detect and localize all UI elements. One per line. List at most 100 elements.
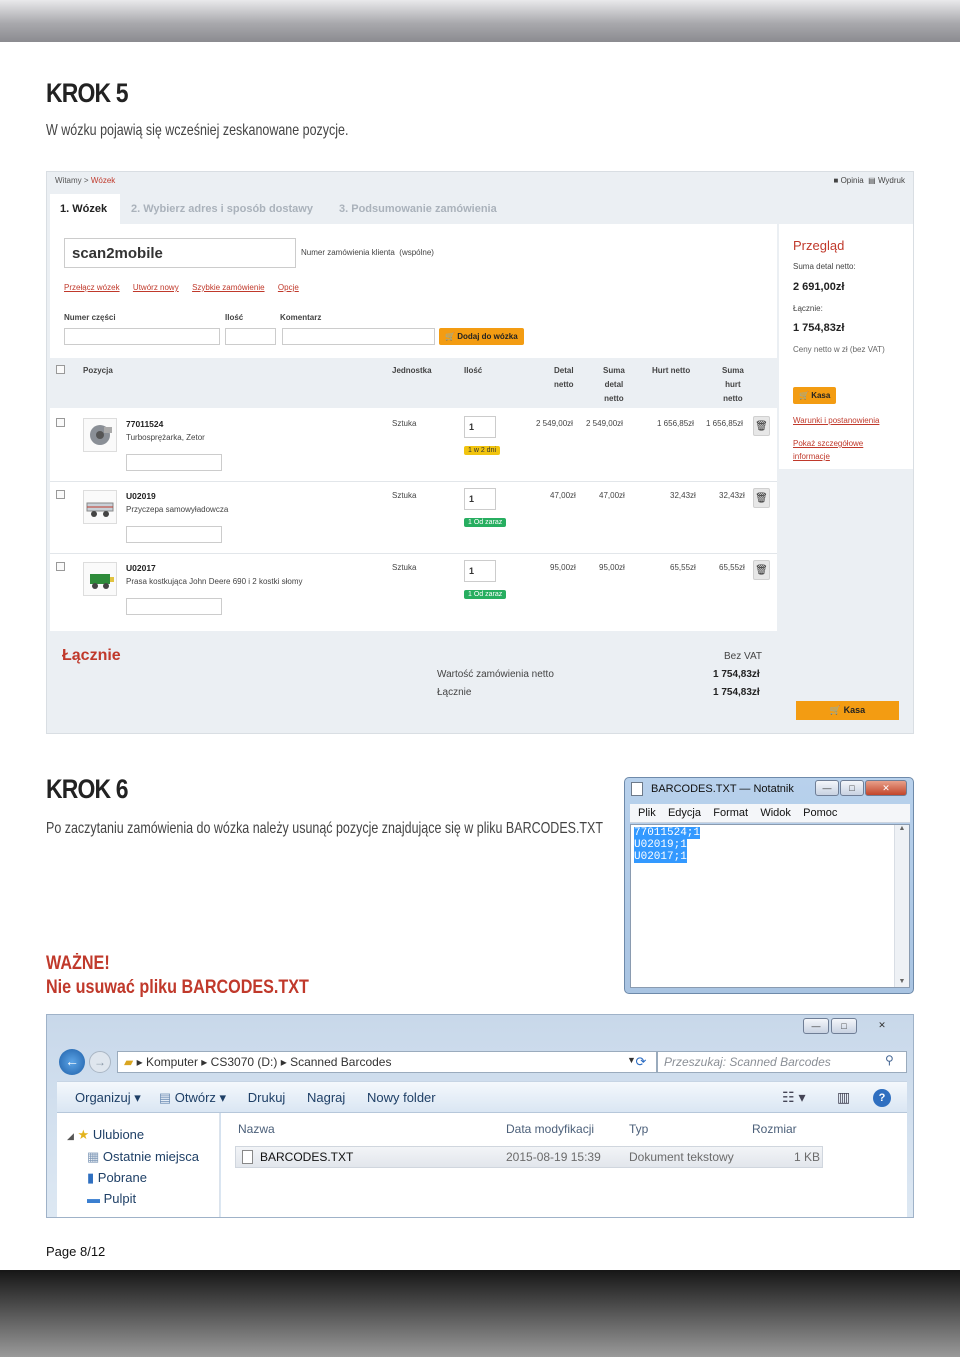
qty-field[interactable]: 1 — [464, 416, 496, 438]
delete-icon[interactable]: 🗑 — [753, 416, 770, 436]
menu-help[interactable]: Pomoc — [803, 807, 837, 819]
downloads-icon: ▮ — [87, 1170, 95, 1185]
breadcrumb-folder[interactable]: Scanned Barcodes — [290, 1055, 391, 1069]
cart-icon: 🛒 — [445, 332, 455, 341]
qty-input[interactable] — [225, 328, 276, 345]
row-checkbox[interactable] — [56, 490, 65, 499]
col-qty: Ilość — [464, 366, 483, 375]
col-suma-detal: Suma detal netto — [603, 366, 625, 403]
row-comment-input[interactable] — [126, 526, 222, 543]
col-name[interactable]: Nazwa — [238, 1122, 275, 1136]
breadcrumb-home[interactable]: Witamy — [55, 176, 82, 185]
file-list: Nazwa Data modyfikacji Typ Rozmiar BARCO… — [221, 1113, 907, 1217]
new-folder-button[interactable]: Nowy folder — [367, 1090, 436, 1105]
notepad-text-area[interactable]: 77011524;1 U02019;1 U02017;1 ▲ ▼ — [630, 824, 910, 988]
totals-title: Łącznie — [62, 647, 121, 664]
price-detal: 47,00zł — [550, 491, 576, 500]
file-size: 1 KB — [794, 1150, 821, 1164]
order-value-label: Wartość zamówienia netto — [437, 669, 554, 680]
maximize-button[interactable]: □ — [840, 780, 864, 796]
favorites-item[interactable]: ◢ ★ Ulubione — [67, 1127, 144, 1143]
col-size[interactable]: Rozmiar — [752, 1122, 797, 1136]
opinion-link[interactable]: Opinia — [841, 176, 864, 185]
product-unit: Sztuka — [392, 563, 417, 572]
cart-name-input[interactable]: scan2mobile — [64, 238, 296, 268]
menu-edit[interactable]: Edycja — [668, 807, 701, 819]
file-type: Dokument tekstowy — [629, 1150, 734, 1164]
comment-input[interactable] — [282, 328, 435, 345]
overview-total-label: Łącznie: — [793, 304, 823, 313]
add-to-cart-button[interactable]: 🛒 Dodaj do wózka — [439, 328, 524, 345]
part-number-input[interactable] — [64, 328, 220, 345]
product-name: Przyczepa samowyładowcza — [126, 505, 229, 514]
switch-cart-link[interactable]: Przełącz wózek — [64, 283, 120, 292]
forward-arrow-icon[interactable]: → — [89, 1051, 111, 1073]
open-button[interactable]: Otwórz — [175, 1090, 216, 1105]
minimize-button[interactable]: — — [803, 1018, 829, 1034]
maximize-button[interactable]: □ — [831, 1018, 857, 1034]
navigation-pane: ◢ ★ Ulubione ▦ Ostatnie miejsca ▮ Pobran… — [57, 1113, 220, 1217]
close-button[interactable]: ✕ — [859, 1018, 905, 1034]
breadcrumb-drive[interactable]: CS3070 (D:) — [211, 1055, 278, 1069]
price-hurt: 32,43zł — [670, 491, 696, 500]
file-row[interactable]: BARCODES.TXT 2015-08-19 15:39 Dokument t… — [235, 1146, 823, 1168]
help-icon[interactable]: ? — [873, 1089, 891, 1107]
product-image — [83, 562, 117, 596]
terms-link[interactable]: Warunki i postanowienia — [793, 416, 879, 425]
overview-sum-label: Suma detal netto: — [793, 262, 856, 271]
product-image — [83, 490, 117, 524]
availability-badge: 1 Od zaraz — [464, 590, 507, 599]
col-type[interactable]: Typ — [629, 1122, 648, 1136]
menu-format[interactable]: Format — [713, 807, 748, 819]
overview-checkout-button[interactable]: 🛒 Kasa — [793, 387, 837, 404]
scroll-down-icon[interactable]: ▼ — [895, 978, 909, 985]
row-comment-input[interactable] — [126, 598, 222, 615]
details-link[interactable]: Pokaż szczegółowe informacje — [793, 437, 863, 463]
close-button[interactable]: ✕ — [865, 780, 907, 796]
breadcrumb-computer[interactable]: Komputer — [146, 1055, 198, 1069]
sidebar-item-recent[interactable]: ▦ Ostatnie miejsca — [87, 1149, 199, 1165]
overview-total-value: 1 754,83zł — [793, 322, 845, 334]
cart-icon: 🛒 — [829, 705, 842, 715]
breadcrumb-current[interactable]: Wózek — [91, 176, 115, 185]
minimize-button[interactable]: — — [815, 780, 839, 796]
search-icon[interactable]: ⚲ — [885, 1053, 894, 1067]
table-row: U02017 Prasa kostkująca John Deere 690 i… — [50, 554, 777, 624]
options-link[interactable]: Opcje — [278, 283, 299, 292]
print-button[interactable]: Drukuj — [248, 1090, 286, 1105]
col-suma-hurt: Suma hurt netto — [722, 366, 744, 403]
organize-button[interactable]: Organizuj — [75, 1090, 131, 1105]
warning-title: WAŻNE! — [46, 953, 110, 974]
scrollbar[interactable]: ▲ ▼ — [894, 825, 909, 987]
row-checkbox[interactable] — [56, 418, 65, 427]
row-comment-input[interactable] — [126, 454, 222, 471]
product-code: U02019 — [126, 491, 156, 501]
delete-icon[interactable]: 🗑 — [753, 488, 770, 508]
tab-cart[interactable]: 1. Wózek — [50, 194, 120, 225]
back-arrow-icon[interactable]: ← — [59, 1049, 85, 1075]
col-modified[interactable]: Data modyfikacji — [506, 1122, 594, 1136]
menu-file[interactable]: Plik — [638, 807, 656, 819]
refresh-icon[interactable]: ⟳ — [629, 1051, 653, 1073]
quick-order-link[interactable]: Szybkie zamówienie — [192, 283, 264, 292]
tab-address[interactable]: 2. Wybierz adres i sposób dostawy — [131, 203, 313, 215]
sidebar-item-downloads[interactable]: ▮ Pobrane — [87, 1170, 147, 1186]
tab-summary[interactable]: 3. Podsumowanie zamówienia — [339, 203, 497, 215]
qty-field[interactable]: 1 — [464, 560, 496, 582]
scroll-up-icon[interactable]: ▲ — [895, 825, 909, 832]
view-icon[interactable]: ☷ ▾ — [782, 1089, 805, 1106]
create-new-link[interactable]: Utwórz nowy — [133, 283, 179, 292]
product-name: Turbosprężarka, Zetor — [126, 433, 205, 442]
qty-field[interactable]: 1 — [464, 488, 496, 510]
search-input[interactable]: Przeszukaj: Scanned Barcodes — [657, 1051, 907, 1073]
preview-pane-icon[interactable]: ▥ — [837, 1089, 850, 1106]
menu-view[interactable]: Widok — [760, 807, 791, 819]
select-all-checkbox[interactable] — [56, 365, 65, 374]
print-link[interactable]: Wydruk — [878, 176, 905, 185]
sidebar-item-desktop[interactable]: ▬ Pulpit — [87, 1191, 136, 1206]
burn-button[interactable]: Nagraj — [307, 1090, 345, 1105]
row-checkbox[interactable] — [56, 562, 65, 571]
address-bar[interactable]: ▰ ▸ Komputer ▸ CS3070 (D:) ▸ Scanned Bar… — [117, 1051, 657, 1073]
checkout-button[interactable]: 🛒 Kasa — [796, 701, 899, 720]
delete-icon[interactable]: 🗑 — [753, 560, 770, 580]
